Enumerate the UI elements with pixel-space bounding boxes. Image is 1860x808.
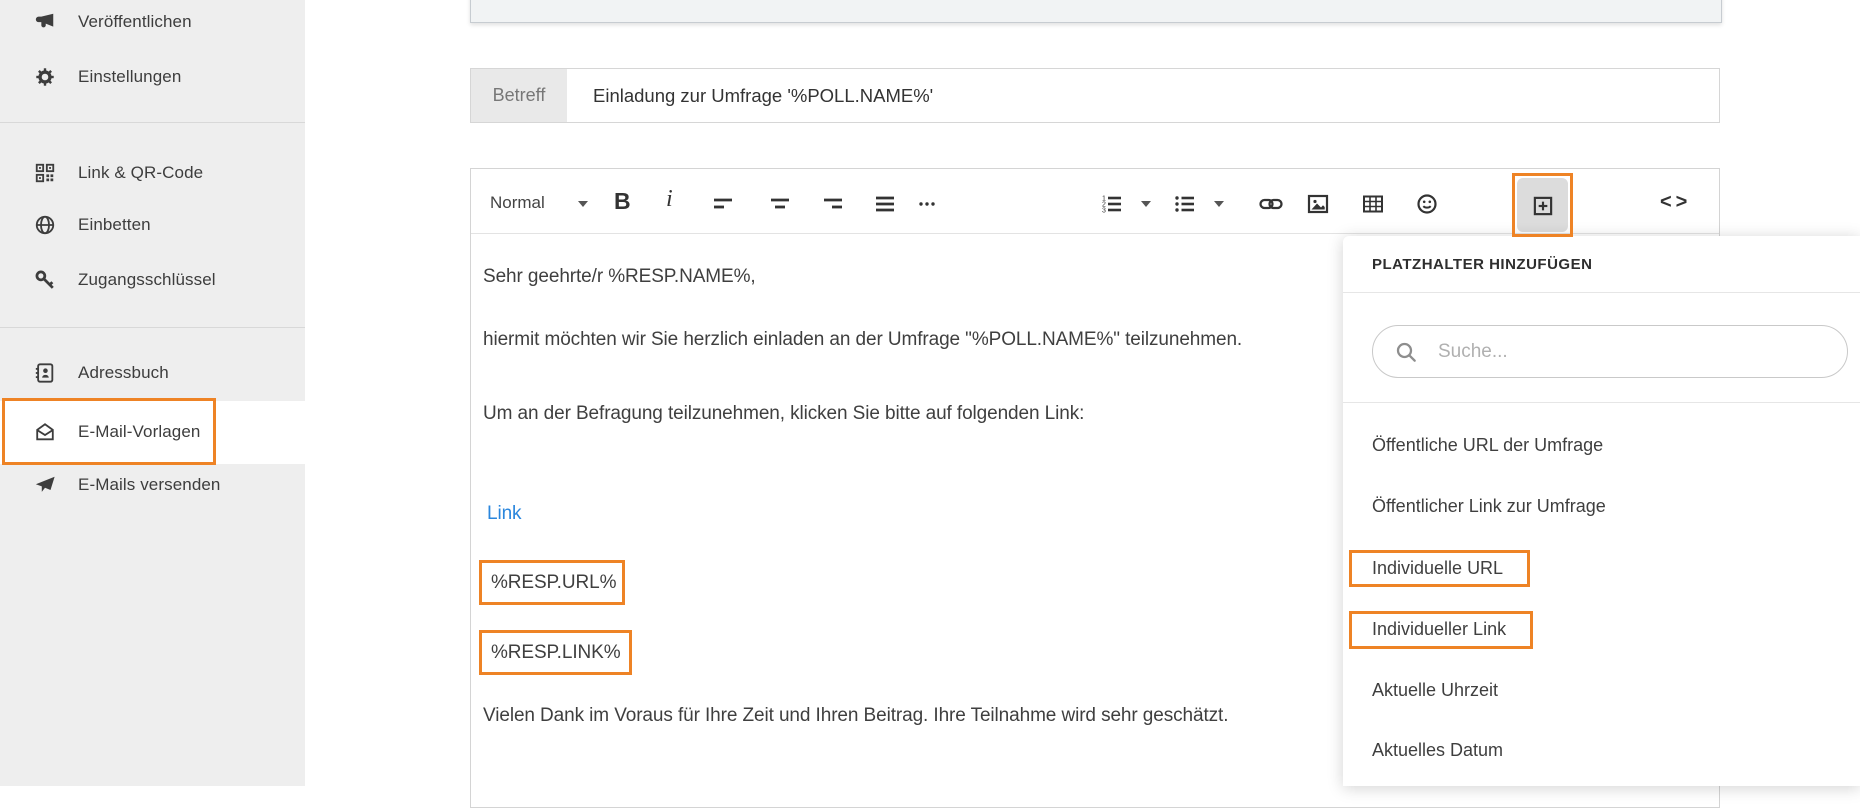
align-right-icon <box>821 192 845 216</box>
placeholder-resp-link: %RESP.LINK% <box>491 642 621 664</box>
panel-item-current-time[interactable]: Aktuelle Uhrzeit <box>1372 671 1498 709</box>
bold-button[interactable]: B <box>614 188 631 215</box>
sidebar-item-email-vorlagen[interactable]: E-Mail-Vorlagen <box>0 410 305 454</box>
smiley-icon <box>1415 192 1439 216</box>
placeholder-resp-url: %RESP.URL% <box>491 572 616 594</box>
add-placeholder-button[interactable] <box>1517 178 1568 232</box>
placeholder-panel: PLATZHALTER HINZUFÜGEN Öffentliche URL d… <box>1343 236 1860 786</box>
sidebar-item-einbetten[interactable]: Einbetten <box>0 203 305 247</box>
sidebar-item-label: Einstellungen <box>78 67 181 87</box>
subject-label: Betreff <box>471 69 567 122</box>
sidebar-item-label: Link & QR-Code <box>78 163 203 183</box>
chevron-down-icon[interactable] <box>1214 201 1224 207</box>
chevron-down-icon[interactable] <box>1141 201 1151 207</box>
sidebar-item-emails-versenden[interactable]: E-Mails versenden <box>0 463 305 507</box>
subject-field: Betreff <box>470 68 1720 123</box>
email-greeting: Sehr geehrte/r %RESP.NAME%, <box>483 266 756 288</box>
bullet-list-button[interactable] <box>1173 192 1197 216</box>
globe-icon <box>34 214 56 236</box>
sidebar-divider <box>0 122 305 123</box>
email-closing: Vielen Dank im Voraus für Ihre Zeit und … <box>483 705 1228 727</box>
sidebar-item-label: Einbetten <box>78 215 151 235</box>
link-icon <box>1258 192 1284 216</box>
sidebar-item-label: E-Mails versenden <box>78 475 220 495</box>
emoji-button[interactable] <box>1415 192 1439 216</box>
open-envelope-icon <box>34 421 56 443</box>
sidebar-item-link-qr-code[interactable]: Link & QR-Code <box>0 151 305 195</box>
bullet-list-icon <box>1173 192 1197 216</box>
megaphone-icon <box>34 11 56 33</box>
sidebar-item-label: E-Mail-Vorlagen <box>78 422 200 442</box>
align-left-icon <box>711 192 735 216</box>
sidebar-item-adressbuch[interactable]: Adressbuch <box>0 351 305 395</box>
align-center-icon <box>768 192 792 216</box>
panel-title: PLATZHALTER HINZUFÜGEN <box>1372 256 1592 273</box>
justify-icon <box>873 192 897 216</box>
ordered-list-icon: 123 <box>1100 192 1124 216</box>
panel-divider <box>1343 402 1860 403</box>
table-button[interactable] <box>1361 192 1385 216</box>
paper-plane-icon <box>34 474 56 496</box>
ellipsis-icon <box>915 192 939 216</box>
sidebar-item-einstellungen[interactable]: Einstellungen <box>0 55 305 99</box>
justify-button[interactable] <box>873 192 897 216</box>
key-icon <box>34 269 56 291</box>
email-intro: hiermit möchten wir Sie herzlich einlade… <box>483 329 1242 351</box>
sidebar-divider <box>0 327 305 328</box>
search-input[interactable] <box>1438 341 1818 363</box>
align-right-button[interactable] <box>821 192 845 216</box>
panel-header: PLATZHALTER HINZUFÜGEN <box>1343 236 1860 293</box>
sidebar-item-zugangsschluessel[interactable]: Zugangsschlüssel <box>0 258 305 302</box>
panel-item-individual-link[interactable]: Individueller Link <box>1372 610 1506 648</box>
sidebar-item-label: Zugangsschlüssel <box>78 270 216 290</box>
more-options-button[interactable] <box>915 192 939 216</box>
panel-item-current-date[interactable]: Aktuelles Datum <box>1372 731 1503 769</box>
format-dropdown[interactable]: Normal <box>490 193 545 213</box>
panel-item-individual-url[interactable]: Individuelle URL <box>1372 549 1503 587</box>
toolbar-separator <box>471 233 1719 234</box>
search-icon <box>1394 340 1418 364</box>
annotation-box-resp-url: %RESP.URL% <box>479 560 625 605</box>
qr-code-icon <box>34 162 56 184</box>
subject-input[interactable] <box>593 69 1719 122</box>
italic-button[interactable]: i <box>666 186 673 213</box>
align-left-button[interactable] <box>711 192 735 216</box>
image-button[interactable] <box>1306 192 1330 216</box>
address-book-icon <box>34 362 56 384</box>
panel-search <box>1372 325 1848 378</box>
sidebar-item-label: Adressbuch <box>78 363 169 383</box>
align-center-button[interactable] <box>768 192 792 216</box>
image-icon <box>1306 192 1330 216</box>
chevron-down-icon[interactable] <box>578 201 588 207</box>
code-view-button[interactable]: <> <box>1660 191 1691 214</box>
email-instruction: Um an der Befragung teilzunehmen, klicke… <box>483 403 1084 425</box>
annotation-box-resp-link: %RESP.LINK% <box>479 630 632 675</box>
table-icon <box>1361 192 1385 216</box>
panel-item-public-url[interactable]: Öffentliche URL der Umfrage <box>1372 426 1603 464</box>
email-link[interactable]: Link <box>487 503 521 525</box>
sidebar-item-veroeffentlichen[interactable]: Veröffentlichen <box>0 0 305 44</box>
sidebar-item-label: Veröffentlichen <box>78 12 192 32</box>
panel-item-public-link[interactable]: Öffentlicher Link zur Umfrage <box>1372 487 1606 525</box>
link-button[interactable] <box>1258 192 1284 216</box>
previous-field-partial <box>470 0 1722 23</box>
ordered-list-button[interactable]: 123 <box>1100 192 1124 216</box>
gear-icon <box>34 66 56 88</box>
svg-text:3: 3 <box>1102 208 1106 215</box>
sidebar: Veröffentlichen Einstellungen Link & QR-… <box>0 0 305 786</box>
